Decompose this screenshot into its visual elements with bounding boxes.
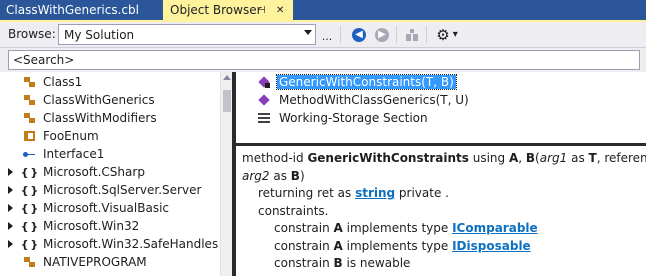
member-item-label: MethodWithClassGenerics(T, U) (279, 93, 469, 107)
constraint-line: constrain B is newable (274, 256, 411, 270)
scroll-up-arrow-icon[interactable] (223, 75, 231, 80)
tree-item-label: Microsoft.SqlServer.Server (43, 183, 202, 197)
settings-button[interactable]: ⚙ ▾ (432, 25, 462, 44)
tree-item-class1[interactable]: Class1 (0, 73, 220, 91)
icomparable-link[interactable]: IComparable (452, 221, 538, 235)
namespace-icon: { } (20, 237, 39, 251)
constraint-line: constrain A implements type IComparable (274, 221, 538, 235)
class-icon (22, 75, 36, 89)
tree-item-classwithmodifiers[interactable]: ClassWithModifiers (0, 109, 220, 127)
description-pane: method-id GenericWithConstraints using A… (236, 146, 646, 276)
interface-icon (22, 147, 36, 161)
method-icon (256, 92, 272, 108)
back-arrow-icon: ◀ (352, 27, 366, 42)
constraint-line: constrain A implements type IDisposable (274, 238, 531, 253)
pin-icon[interactable]: ⊣ (257, 5, 266, 16)
tree-item-microsoft-win32-safehandles[interactable]: { } Microsoft.Win32.SafeHandles (0, 235, 220, 253)
edit-custom-component-set-button[interactable]: ... (320, 27, 334, 46)
class-icon (22, 255, 36, 269)
method-locked-icon (256, 74, 272, 90)
class-icon (22, 111, 36, 125)
browse-scope-value: My Solution (64, 27, 135, 42)
tree-item-label: Microsoft.Win32 (43, 219, 140, 233)
gear-icon: ⚙ (436, 25, 450, 44)
signature-line-2: arg2 as B) (242, 168, 305, 183)
tree-item-label: FooEnum (43, 129, 99, 143)
search-row (0, 48, 646, 72)
namespace-icon: { } (20, 219, 39, 233)
namespace-icon: { } (20, 201, 39, 215)
member-item-label: Working-Storage Section (279, 111, 428, 125)
search-input[interactable] (8, 50, 640, 70)
toolbar-separator (396, 26, 397, 43)
tab-object-browser[interactable]: Object Browser ⊣ ✕ (163, 0, 293, 20)
returning-line: returning ret as string private . (258, 186, 449, 200)
member-item-genericwithconstraints[interactable]: GenericWithConstraints(T, B) (256, 73, 457, 91)
members-pane[interactable]: GenericWithConstraints(T, B) MethodWithC… (236, 72, 646, 144)
forward-button[interactable]: ▶ (373, 25, 391, 44)
tree-item-fooenum[interactable]: FooEnum (0, 127, 220, 145)
tree-item-microsoft-visualbasic[interactable]: { } Microsoft.VisualBasic (0, 199, 220, 217)
enum-icon (22, 129, 36, 143)
tree-vertical-scrollbar[interactable] (220, 72, 232, 276)
tree-item-microsoft-sqlserver-server[interactable]: { } Microsoft.SqlServer.Server (0, 181, 220, 199)
toolbar-separator (340, 26, 341, 43)
class-icon (22, 93, 36, 107)
idisposable-link[interactable]: IDisposable (452, 239, 531, 253)
expand-arrow-icon[interactable] (8, 168, 13, 176)
tree-item-interface1[interactable]: Interface1 (0, 145, 220, 163)
back-button[interactable]: ◀ (350, 25, 368, 44)
tree-item-label: Microsoft.CSharp (43, 165, 145, 179)
tree-item-label: ClassWithGenerics (43, 93, 155, 107)
tab-label: ClassWithGenerics.cbl (6, 3, 139, 17)
object-browser-toolbar: Browse: My Solution ... ◀ ▶ ⚙ ▾ (0, 22, 646, 48)
member-item-methodwithclassgenerics[interactable]: MethodWithClassGenerics(T, U) (256, 91, 471, 109)
scrollbar-thumb[interactable] (223, 90, 231, 112)
constraints-line: constraints. (258, 203, 329, 218)
tree-item-label: ClassWithModifiers (43, 111, 157, 125)
browse-label: Browse: (8, 27, 56, 41)
chevron-down-icon: ▾ (452, 29, 458, 40)
tab-classwithgenerics[interactable]: ClassWithGenerics.cbl (0, 0, 162, 20)
toolbar-separator (426, 26, 427, 43)
tree-item-label: NATIVEPROGRAM (43, 255, 147, 269)
expand-arrow-icon[interactable] (8, 222, 13, 230)
tree-item-microsoft-win32[interactable]: { } Microsoft.Win32 (0, 217, 220, 235)
add-reference-button[interactable] (403, 25, 421, 44)
tree-item-classwithgenerics[interactable]: ClassWithGenerics (0, 91, 220, 109)
tree-item-label: Class1 (43, 75, 83, 89)
objects-tree-pane[interactable]: Class1 ClassWithGenerics ClassWithModifi… (0, 72, 220, 276)
browse-scope-dropdown[interactable]: My Solution (58, 24, 316, 45)
expand-arrow-icon[interactable] (8, 186, 13, 194)
document-tab-strip: ClassWithGenerics.cbl Object Browser ⊣ ✕ (0, 0, 646, 20)
expand-arrow-icon[interactable] (8, 240, 13, 248)
forward-arrow-icon: ▶ (375, 27, 389, 42)
tree-item-nativeprogram[interactable]: NATIVEPROGRAM (0, 253, 220, 271)
string-type-link[interactable]: string (355, 186, 395, 200)
tab-label: Object Browser (170, 3, 262, 17)
tree-item-microsoft-csharp[interactable]: { } Microsoft.CSharp (0, 163, 220, 181)
chevron-down-icon (304, 30, 312, 35)
namespace-icon: { } (20, 165, 39, 179)
member-item-working-storage-section[interactable]: Working-Storage Section (256, 109, 430, 127)
close-icon[interactable]: ✕ (276, 5, 284, 16)
tree-item-label: Microsoft.Win32.SafeHandles (43, 237, 219, 251)
tree-item-label: Interface1 (43, 147, 105, 161)
tree-item-label: Microsoft.VisualBasic (43, 201, 170, 215)
expand-arrow-icon[interactable] (8, 204, 13, 212)
add-reference-icon (406, 28, 418, 41)
section-icon (256, 110, 272, 126)
member-item-label: GenericWithConstraints(T, B) (276, 74, 457, 90)
namespace-icon: { } (20, 183, 39, 197)
signature-line-1: method-id GenericWithConstraints using A… (242, 151, 646, 165)
